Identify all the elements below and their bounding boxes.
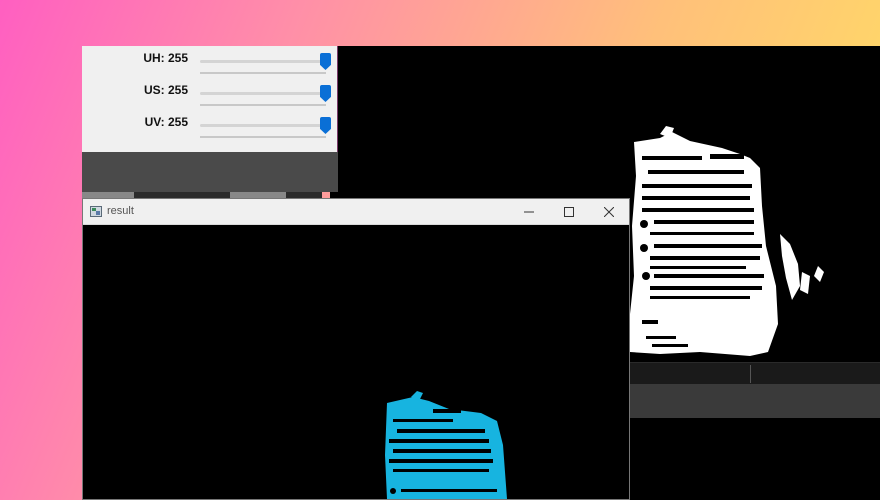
mask-status-bar	[628, 362, 880, 384]
maximize-button[interactable]	[549, 199, 589, 225]
minimize-icon	[524, 211, 534, 213]
mask-footer	[628, 384, 880, 418]
minimize-button[interactable]	[509, 199, 549, 225]
close-icon	[604, 207, 614, 217]
trackbar-uh-track[interactable]	[200, 60, 326, 63]
close-button[interactable]	[589, 199, 629, 225]
trackbar-uh-baseline	[200, 72, 326, 74]
title-bar[interactable]: result	[83, 199, 629, 225]
trackbar-us-label: US: 255	[143, 83, 188, 97]
trackbar-us-baseline	[200, 104, 326, 106]
trackbar-uv[interactable]: UV: 255	[82, 110, 338, 142]
trackbar-window-footer	[82, 152, 338, 192]
trackbar-uv-baseline	[200, 136, 326, 138]
result-window: result	[82, 198, 630, 500]
trackbar-uv-thumb[interactable]	[320, 117, 331, 134]
trackbar-us-thumb[interactable]	[320, 85, 331, 102]
maximize-icon	[564, 207, 574, 217]
trackbar-uh-thumb[interactable]	[320, 53, 331, 70]
trackbar-uv-track[interactable]	[200, 124, 326, 127]
trackbar-us[interactable]: US: 255	[82, 78, 338, 110]
app-icon	[90, 206, 102, 217]
trackbar-window: UH: 255 US: 255 UV: 255	[82, 46, 338, 192]
status-divider	[750, 365, 751, 383]
trackbar-uh-label: UH: 255	[143, 51, 188, 65]
trackbar-uh[interactable]: UH: 255	[82, 46, 338, 78]
trackbar-uv-label: UV: 255	[144, 115, 188, 129]
window-title: result	[107, 205, 134, 217]
trackbar-us-track[interactable]	[200, 92, 326, 95]
result-image	[83, 225, 629, 499]
